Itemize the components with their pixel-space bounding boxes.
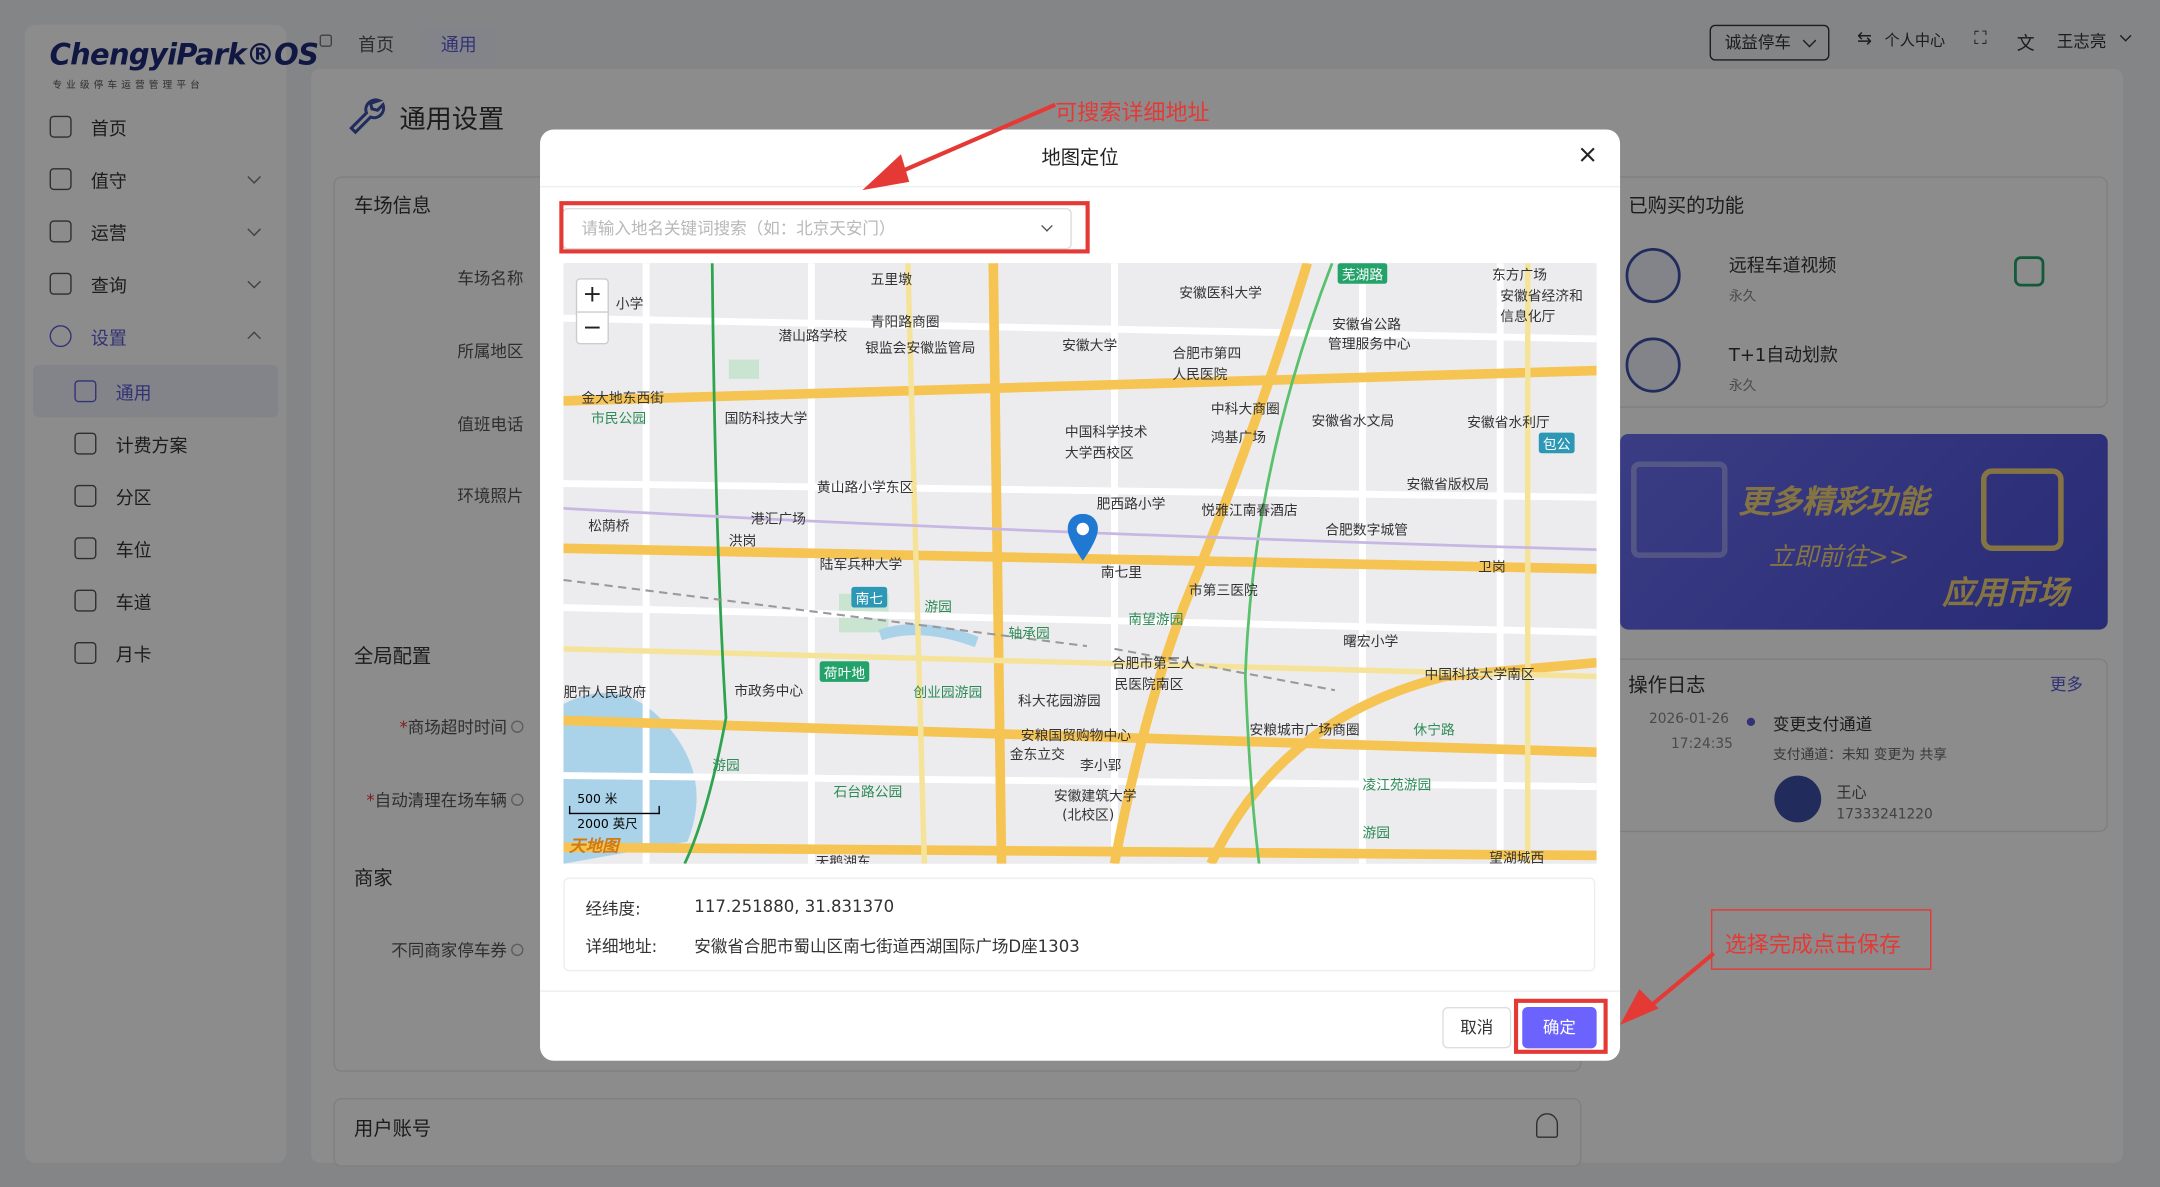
confirm-highlight-box (1513, 998, 1608, 1054)
map-label: 港汇广场 (750, 512, 806, 528)
map-label: 肥西路小学 (1096, 497, 1166, 513)
map-label: 南七里 (1100, 566, 1143, 582)
map-label: 安粮城市广场商圈 (1249, 723, 1360, 739)
map-label: 合肥数字城管 (1325, 523, 1408, 539)
map-label: 国防科技大学 (724, 411, 808, 428)
map-label: (北校区) (1062, 808, 1115, 824)
map-label: 人民医院 (1172, 367, 1228, 383)
address-label: 详细地址: (585, 936, 658, 957)
map-label: 金东立交 (1009, 748, 1065, 764)
search-highlight-box (559, 201, 1090, 254)
map-provider-logo: 天地图 (568, 836, 619, 856)
map-label: 管理服务中心 (1328, 337, 1411, 353)
map-label: 松荫桥 (588, 519, 630, 535)
map-label: 陆军兵种大学 (819, 557, 903, 574)
map-label: 肥市人民政府 (563, 686, 647, 702)
map-label: 青阳路商圈 (870, 315, 940, 331)
map-label: 信息化厅 (1500, 309, 1556, 326)
map-label: 石台路公园 (833, 785, 903, 801)
map-label: 安徽建筑大学 (1053, 789, 1137, 805)
map-label: 安粮国贸购物中心 (1020, 728, 1132, 744)
map-label: 安徽大学 (1062, 338, 1118, 355)
map-label: 市民公园 (590, 411, 647, 428)
map-label: 凌江苑游园 (1362, 778, 1432, 794)
lnglat-value: 117.251880, 31.831370 (694, 896, 895, 917)
map-label: 民医院南区 (1114, 677, 1184, 693)
map-label: 安徽省版权局 (1406, 478, 1490, 494)
map-label: 市政务中心 (734, 684, 804, 700)
arrow-icon (1620, 951, 1716, 1025)
map-label: 五里墩 (870, 272, 912, 288)
map-label: 安徽医科大学 (1179, 286, 1262, 302)
map-view[interactable]: 五里墩 安徽医科大学 芜湖路 东方广场 安徽省经济和 信息化厅 小学 青阳路商圈… (563, 263, 1597, 864)
map-label: 安徽省水文局 (1311, 414, 1395, 430)
map-label: 安徽省公路 (1332, 318, 1402, 334)
lnglat-label: 经纬度: (585, 899, 641, 919)
location-pin-icon[interactable] (1067, 513, 1098, 561)
map-label: 洪岗 (728, 534, 757, 550)
dialog-title: 地图定位 (1041, 147, 1119, 170)
map-label: 卫岗 (1478, 560, 1506, 576)
close-icon[interactable]: × (1577, 141, 1598, 170)
map-label: 游园 (924, 600, 952, 616)
map-scale-meters: 500 米 (577, 793, 618, 808)
map-label: 东方广场 (1491, 268, 1548, 284)
map-label: 科大花园游园 (1018, 694, 1101, 710)
cancel-button[interactable]: 取消 (1442, 1007, 1512, 1049)
map-label: 荷叶地 (819, 661, 870, 682)
map-label: 天鹅湖东 (815, 855, 871, 864)
map-label: 轴承园 (1008, 626, 1050, 642)
map-label: 芜湖路 (1337, 263, 1388, 284)
zoom-out-button[interactable]: − (577, 313, 607, 346)
map-label: 李小郢 (1080, 759, 1122, 775)
map-label: 鸿基广场 (1210, 431, 1267, 447)
map-label: 曙宏小学 (1343, 635, 1399, 651)
map-label: 包公 (1538, 432, 1575, 454)
location-info-box: 经纬度: 117.251880, 31.831370 详细地址: 安徽省合肥市蜀… (563, 877, 1596, 972)
map-label: 创业园游园 (913, 686, 983, 702)
map-label: 南七 (851, 586, 888, 608)
map-label: 潜山路学校 (778, 329, 848, 345)
map-scale-feet: 2000 英尺 (577, 818, 638, 833)
map-label: 中科大商圈 (1210, 402, 1280, 418)
map-label: 安徽省水利厅 (1467, 416, 1550, 432)
map-label: 悦雅江南春酒店 (1201, 504, 1298, 520)
map-label: 休宁路 (1413, 723, 1455, 739)
map-label: 中国科技大学南区 (1424, 668, 1535, 684)
map-label: 游园 (1362, 826, 1390, 842)
map-label: 安徽省经济和 (1500, 289, 1583, 305)
map-label: 游园 (712, 759, 740, 775)
map-scale-bar (568, 805, 660, 815)
map-label: 合肥市第四 (1172, 347, 1242, 363)
map-label: 合肥市第三人 (1111, 657, 1195, 673)
map-label: 金大地东西街 (581, 391, 665, 407)
map-location-dialog: 地图定位 × 请输入地名关键词搜索（如：北京天安门） 五里墩 安徽医科大学 芜湖… (540, 129, 1621, 1061)
arrow-icon (862, 102, 1057, 191)
map-label: 大学西校区 (1064, 446, 1134, 462)
divider (540, 185, 1621, 188)
divider (540, 990, 1621, 992)
map-label: 南望游园 (1128, 613, 1184, 629)
map-label: 银监会安徽监管局 (865, 341, 976, 357)
zoom-control: + − (575, 278, 609, 346)
map-label: 望湖城西 (1489, 851, 1545, 864)
address-value: 安徽省合肥市蜀山区南七街道西湖国际广场D座1303 (694, 936, 1080, 957)
search-hint-annotation: 可搜索详细地址 (1055, 99, 1210, 126)
save-hint-annotation: 选择完成点击保存 (1724, 931, 1902, 958)
zoom-in-button[interactable]: + (577, 280, 608, 313)
map-label: 黄山路小学东区 (816, 480, 914, 496)
map-label: 市第三医院 (1188, 584, 1258, 600)
map-label: 小学 (615, 297, 644, 313)
map-label: 中国科学技术 (1064, 425, 1148, 441)
